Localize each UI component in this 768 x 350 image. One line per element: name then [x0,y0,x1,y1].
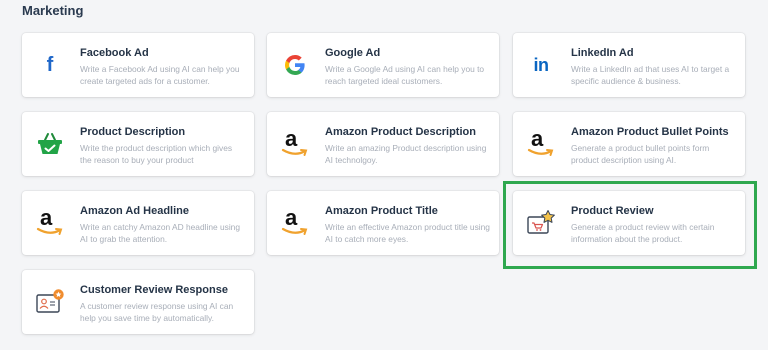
card-title: Google Ad [325,47,381,59]
card-title: LinkedIn Ad [571,47,634,59]
google-icon [279,49,311,81]
section-title: Marketing [22,3,84,18]
card-google-ad[interactable]: Google Ad Write a Google Ad using AI can… [267,33,499,97]
card-amazon-product-description[interactable]: a Amazon Product Description Write an am… [267,112,499,176]
card-title: Amazon Product Bullet Points [571,126,729,138]
amazon-icon: a [34,207,66,239]
shopping-basket-icon [34,128,66,160]
amazon-icon: a [279,207,311,239]
card-description: A customer review response using AI can … [80,301,234,324]
card-product-description[interactable]: Product Description Write the product de… [22,112,254,176]
card-title: Product Review [571,205,654,217]
facebook-icon: f [46,53,54,76]
card-description: Write an amazing Product description usi… [325,143,487,166]
product-review-icon [525,207,557,239]
card-amazon-product-bullet-points[interactable]: a Amazon Product Bullet Points Generate … [513,112,745,176]
card-title: Customer Review Response [80,284,228,296]
card-linkedin-ad[interactable]: in LinkedIn Ad Write a LinkedIn ad that … [513,33,745,97]
linkedin-icon: in [533,54,550,75]
card-facebook-ad[interactable]: f Facebook Ad Write a Facebook Ad using … [22,33,254,97]
card-description: Write a Google Ad using AI can help you … [325,64,485,87]
card-amazon-ad-headline[interactable]: a Amazon Ad Headline Write an catchy Ama… [22,191,254,255]
card-customer-review-response[interactable]: Customer Review Response A customer revi… [22,270,254,334]
card-title: Product Description [80,126,186,138]
customer-review-icon [34,286,66,318]
card-product-review[interactable]: Product Review Generate a product review… [513,191,745,255]
card-description: Write a Facebook Ad using AI can help yo… [80,64,240,87]
card-title: Amazon Product Description [325,126,476,138]
card-description: Generate a product review with certain i… [571,222,715,245]
card-description: Write an catchy Amazon AD headline using… [80,222,240,245]
card-title: Amazon Ad Headline [80,205,189,217]
card-amazon-product-title[interactable]: a Amazon Product Title Write an effectiv… [267,191,499,255]
card-description: Write an effective Amazon product title … [325,222,490,245]
card-description: Generate a product bullet points form pr… [571,143,710,166]
card-description: Write the product description which give… [80,143,233,166]
card-title: Facebook Ad [80,47,149,59]
card-description: Write a LinkedIn ad that uses AI to targ… [571,64,730,87]
amazon-icon: a [525,128,557,160]
amazon-icon: a [279,128,311,160]
card-title: Amazon Product Title [325,205,438,217]
